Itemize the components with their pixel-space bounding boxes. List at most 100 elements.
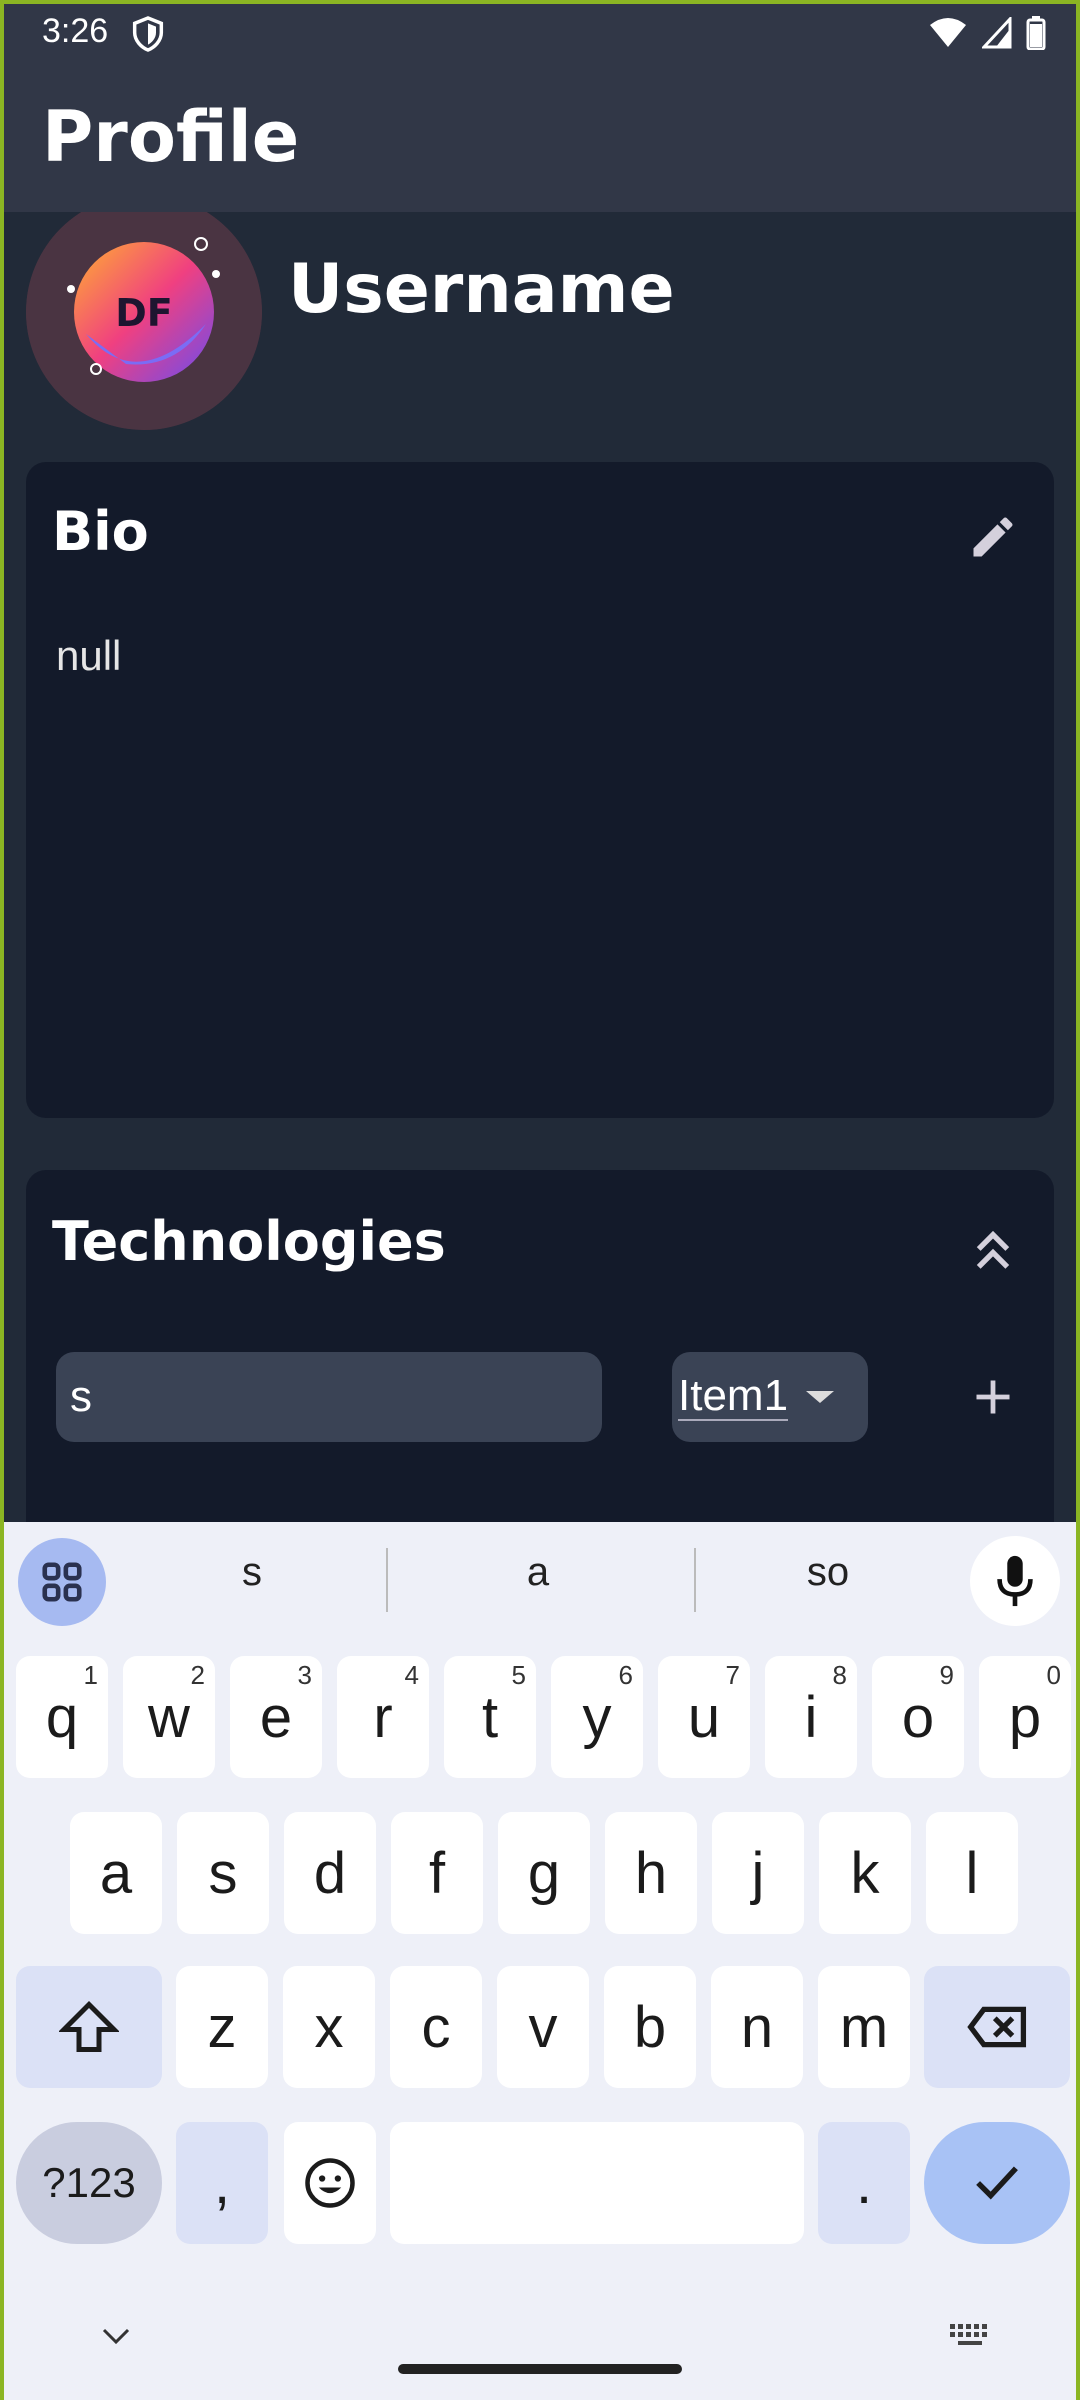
suggestion-2[interactable]: a [408, 1550, 668, 1595]
key-label: t [481, 1684, 499, 1750]
username: Username [288, 250, 675, 329]
technology-input[interactable]: s [56, 1352, 602, 1442]
battery-icon [1026, 16, 1046, 50]
suggestion-1[interactable]: s [122, 1550, 382, 1595]
avatar[interactable]: DF [26, 212, 262, 430]
key-label: p [1008, 1684, 1042, 1750]
key-label: q [45, 1684, 79, 1750]
avatar-logo-icon: DF [26, 212, 262, 430]
apps-grid-button[interactable] [18, 1538, 106, 1626]
key-i[interactable]: i8 [765, 1656, 857, 1778]
voice-input-button[interactable] [970, 1536, 1060, 1626]
key-hint: 7 [725, 1660, 740, 1690]
backspace-icon [967, 2006, 1027, 2048]
svg-text:DF: DF [115, 291, 173, 335]
caret-down-icon [806, 1391, 835, 1403]
shift-icon [59, 2000, 119, 2052]
symbols-key[interactable]: ?123 [16, 2122, 162, 2244]
technologies-card: Technologies s Item1 [26, 1170, 1054, 1522]
key-label: o [901, 1684, 935, 1750]
key-z[interactable]: z [176, 1966, 268, 2088]
collapse-button[interactable] [958, 1214, 1028, 1284]
key-e[interactable]: e3 [230, 1656, 322, 1778]
suggestion-divider [386, 1548, 388, 1612]
key-label: i [804, 1684, 818, 1750]
key-r[interactable]: r4 [337, 1656, 429, 1778]
key-k[interactable]: k [819, 1812, 911, 1934]
enter-key[interactable] [924, 2122, 1070, 2244]
key-v[interactable]: v [497, 1966, 589, 2088]
double-chevron-up-icon [976, 1230, 1010, 1269]
bio-header: Bio [52, 500, 149, 563]
emoji-key[interactable] [284, 2122, 376, 2244]
key-hint: 4 [404, 1660, 419, 1690]
emoji-icon [305, 2158, 355, 2208]
suggestion-bar: s a so [4, 1522, 1076, 1640]
key-n[interactable]: n [711, 1966, 803, 2088]
key-label: u [687, 1684, 721, 1750]
key-y[interactable]: y6 [551, 1656, 643, 1778]
suggestion-3[interactable]: so [698, 1550, 958, 1595]
key-c[interactable]: c [390, 1966, 482, 2088]
pencil-icon [973, 517, 1013, 557]
key-hint: 1 [83, 1660, 98, 1690]
key-d[interactable]: d [284, 1812, 376, 1934]
backspace-key[interactable] [924, 1966, 1070, 2088]
key-b[interactable]: b [604, 1966, 696, 2088]
status-bar: 3:26 [4, 4, 1076, 64]
key-w[interactable]: w2 [123, 1656, 215, 1778]
add-technology-button[interactable] [958, 1362, 1028, 1432]
edit-bio-button[interactable] [958, 502, 1028, 572]
bio-card: Bio null [26, 462, 1054, 1118]
key-hint: 8 [832, 1660, 847, 1690]
key-label: y [582, 1684, 612, 1750]
status-time: 3:26 [42, 12, 109, 50]
keyboard: s a so q1w2e3r4t5y6u7i8o9p0 asdfghjkl zx… [4, 1522, 1076, 2400]
key-q[interactable]: q1 [16, 1656, 108, 1778]
keyboard-switch-icon[interactable] [948, 2322, 994, 2350]
key-label: e [259, 1684, 293, 1750]
apps-grid-icon [42, 1562, 82, 1602]
comma-key[interactable]: , [176, 2122, 268, 2244]
technology-input-value: s [70, 1372, 92, 1421]
plus-icon [976, 1380, 1010, 1414]
shift-key[interactable] [16, 1966, 162, 2088]
space-key[interactable] [390, 2122, 804, 2244]
key-hint: 2 [190, 1660, 205, 1690]
key-f[interactable]: f [391, 1812, 483, 1934]
key-s[interactable]: s [177, 1812, 269, 1934]
dropdown-selected: Item1 [678, 1371, 789, 1421]
chevron-down-icon[interactable] [100, 2326, 132, 2346]
mic-icon [997, 1555, 1033, 1607]
profile-content[interactable]: DF Username Bio null Technologies s Item… [4, 212, 1076, 1522]
key-hint: 9 [939, 1660, 954, 1690]
key-m[interactable]: m [818, 1966, 910, 2088]
key-o[interactable]: o9 [872, 1656, 964, 1778]
wifi-icon [930, 18, 966, 47]
key-hint: 5 [511, 1660, 526, 1690]
page-title: Profile [42, 96, 300, 178]
technology-dropdown[interactable]: Item1 [672, 1352, 868, 1442]
key-j[interactable]: j [712, 1812, 804, 1934]
home-indicator[interactable] [398, 2364, 682, 2374]
key-a[interactable]: a [70, 1812, 162, 1934]
period-key[interactable]: . [818, 2122, 910, 2244]
key-u[interactable]: u7 [658, 1656, 750, 1778]
shield-icon [132, 16, 164, 52]
key-hint: 0 [1046, 1660, 1061, 1690]
signal-icon [982, 17, 1012, 49]
check-icon [976, 2166, 1018, 2200]
key-l[interactable]: l [926, 1812, 1018, 1934]
key-hint: 6 [618, 1660, 633, 1690]
technologies-header: Technologies [52, 1210, 446, 1273]
key-g[interactable]: g [498, 1812, 590, 1934]
key-p[interactable]: p0 [979, 1656, 1071, 1778]
key-h[interactable]: h [605, 1812, 697, 1934]
navigation-bar [4, 2278, 1076, 2400]
app-bar: Profile [4, 64, 1076, 212]
key-x[interactable]: x [283, 1966, 375, 2088]
key-t[interactable]: t5 [444, 1656, 536, 1778]
key-hint: 3 [297, 1660, 312, 1690]
suggestion-divider [694, 1548, 696, 1612]
bio-text: null [56, 632, 122, 679]
